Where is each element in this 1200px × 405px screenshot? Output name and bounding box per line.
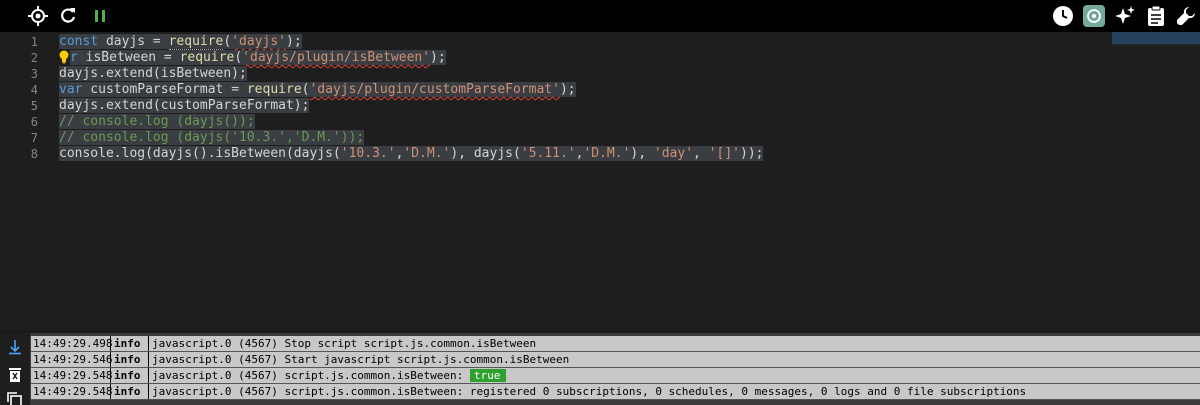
selected-text: console.log(dayjs().isBetween(dayjs('10.…: [59, 146, 764, 161]
code-token: // console.log (dayjs('10.3.','D.M.'));: [59, 130, 365, 145]
code-token: 'dayjs/plugin/customParseFormat': [309, 82, 560, 97]
selected-text: // console.log (dayjs('10.3.','D.M.'));: [59, 130, 365, 145]
lightbulb-icon[interactable]: [59, 50, 69, 64]
log-message-text: javascript.0 (4567) Stop script script.j…: [152, 337, 537, 350]
log-message: javascript.0 (4567) Start javascript scr…: [149, 352, 1200, 367]
code-line: dayjs.extend(customParseFormat);: [59, 98, 310, 114]
selected-text: r isBetween = require('dayjs/plugin/isBe…: [70, 50, 446, 65]
code-token: ));: [740, 146, 764, 161]
code-line: r isBetween = require('dayjs/plugin/isBe…: [70, 50, 446, 66]
code-token: ),: [630, 146, 654, 161]
selected-text: // console.log (dayjs());: [59, 114, 255, 129]
line-number: 1: [30, 35, 38, 49]
line-number: 5: [30, 99, 38, 113]
line-number: 2: [30, 51, 38, 65]
log-time: 14:49:29.548: [33, 384, 113, 399]
code-token: customParseFormat =: [82, 82, 247, 97]
code-token: 'day': [653, 146, 694, 161]
code-token: r: [70, 50, 78, 65]
wrench-icon[interactable]: [1174, 4, 1198, 28]
code-token: dayjs.extend(isBetween);: [59, 66, 247, 81]
crosshair-icon[interactable]: [26, 4, 50, 28]
delete-icon[interactable]: [8, 367, 22, 383]
code-token: require: [168, 34, 224, 50]
line-number: 6: [30, 115, 38, 129]
line-number: 4: [30, 83, 38, 97]
code-line: const dayjs = require('dayjs');: [59, 34, 302, 50]
log-time: 14:49:29.548: [33, 368, 113, 383]
refresh-icon[interactable]: [56, 4, 80, 28]
log-row: 14:49:29.498 info javascript.0 (4567) Stop…: [31, 336, 1200, 352]
log-row: 14:49:29.548 info javascript.0 (4567) scri…: [31, 368, 1200, 384]
log-result-highlight: true: [469, 369, 507, 382]
log-message: javascript.0 (4567) script.js.common.isB…: [149, 384, 1200, 399]
log-message-text: javascript.0 (4567) script.js.common.isB…: [152, 385, 1027, 398]
code-token: dayjs =: [98, 34, 169, 49]
sparkle-icon[interactable]: [1113, 4, 1137, 28]
code-line: // console.log (dayjs('10.3.','D.M.'));: [59, 130, 365, 146]
code-token: '5.11.': [520, 146, 576, 161]
log-level: info: [111, 336, 149, 351]
log-time: 14:49:29.546: [33, 352, 113, 367]
log-panel: 14:49:29.498 info javascript.0 (4567) Stop…: [0, 330, 1200, 405]
log-toolbar: [0, 333, 30, 405]
selected-text: const dayjs = require('dayjs');: [59, 34, 302, 50]
selected-text: dayjs.extend(customParseFormat);: [59, 98, 310, 113]
toolbar: [0, 0, 1200, 32]
code-token: console.log(dayjs().isBetween(dayjs(: [59, 146, 341, 161]
code-token: dayjs.extend(customParseFormat);: [59, 98, 310, 113]
code-token: require: [179, 50, 235, 65]
code-token: require: [246, 82, 302, 97]
code-token: var: [59, 82, 83, 97]
log-message: javascript.0 (4567) script.js.common.isB…: [149, 368, 1200, 383]
log-row: 14:49:29.548 info javascript.0 (4567) scri…: [31, 384, 1200, 400]
code-token: 'D.M.': [583, 146, 631, 161]
clipboard-icon[interactable]: [1144, 4, 1168, 28]
code-token: isBetween =: [77, 50, 180, 65]
code-token: 'dayjs': [231, 34, 287, 49]
log-message-text: javascript.0 (4567) script.js.common.isB…: [152, 369, 470, 382]
code-line: console.log(dayjs().isBetween(dayjs('10.…: [59, 146, 764, 162]
log-level: info: [111, 352, 149, 367]
code-line: // console.log (dayjs());: [59, 114, 255, 130]
code-token: '[]': [708, 146, 740, 161]
log-time: 14:49:29.498: [33, 336, 113, 351]
chatgpt-icon[interactable]: [1082, 4, 1106, 28]
code-editor[interactable]: 1 2 3 4 5 6 7 8 const dayjs = require('dayjs');…: [0, 32, 1200, 330]
code-token: // console.log (dayjs());: [59, 114, 255, 129]
pause-icon[interactable]: [88, 4, 112, 28]
line-number: 3: [30, 67, 38, 81]
minimap-viewport[interactable]: [1112, 32, 1200, 44]
scroll-down-icon[interactable]: [8, 339, 22, 355]
selected-text: var customParseFormat = require('dayjs/p…: [59, 82, 576, 97]
code-token: '10.3.': [340, 146, 396, 161]
clock-icon[interactable]: [1051, 4, 1075, 28]
log-level: info: [111, 384, 149, 399]
code-token: );: [286, 34, 302, 49]
code-line: var customParseFormat = require('dayjs/p…: [59, 82, 576, 98]
line-number: 7: [30, 131, 38, 145]
log-level: info: [111, 368, 149, 383]
code-token: const: [59, 34, 99, 49]
code-token: 'D.M.': [403, 146, 451, 161]
code-token: ), dayjs(: [450, 146, 521, 161]
code-token: );: [559, 82, 576, 97]
line-number-gutter: 1 2 3 4 5 6 7 8: [0, 32, 50, 330]
log-message-text: javascript.0 (4567) Start javascript scr…: [152, 353, 570, 366]
code-token: ,: [693, 146, 709, 161]
line-number: 8: [30, 147, 38, 161]
log-row: 14:49:29.546 info javascript.0 (4567) Star…: [31, 352, 1200, 368]
log-message: javascript.0 (4567) Stop script script.j…: [149, 336, 1200, 351]
copy-icon[interactable]: [6, 391, 22, 405]
code-token: );: [430, 50, 446, 65]
code-line: dayjs.extend(isBetween);: [59, 66, 247, 82]
selected-text: dayjs.extend(isBetween);: [59, 66, 247, 81]
code-token: 'dayjs/plugin/isBetween': [242, 50, 431, 65]
